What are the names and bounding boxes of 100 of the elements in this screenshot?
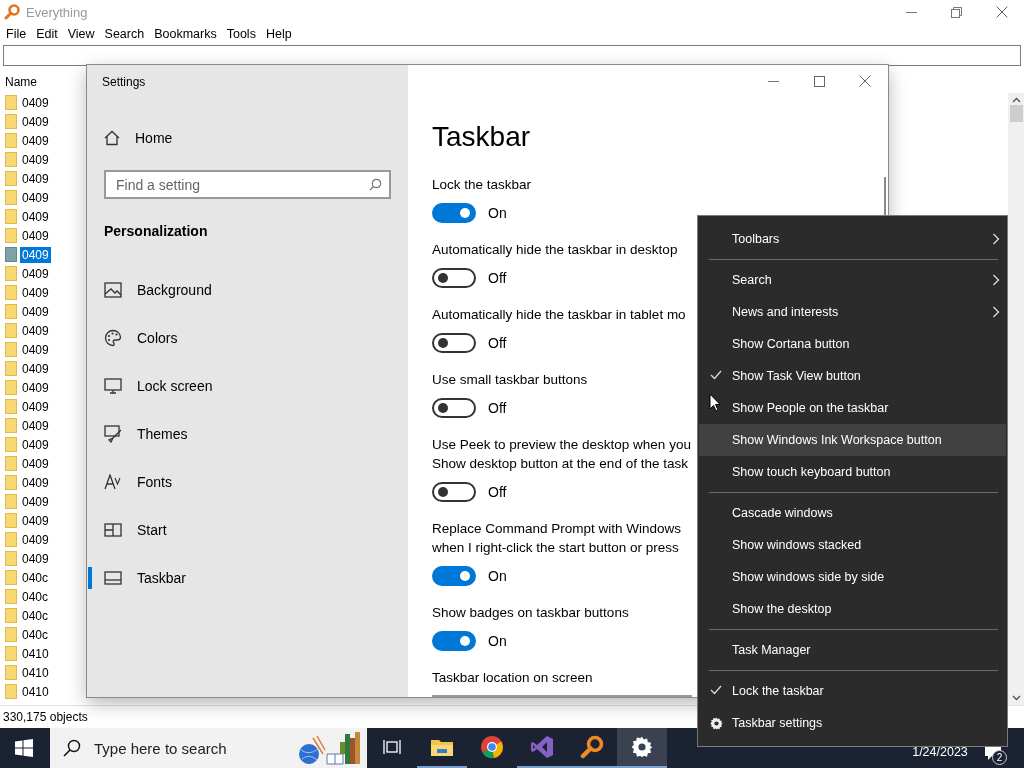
folder-icon [5,513,17,528]
toggle-switch[interactable] [432,482,476,502]
gear-icon [631,736,653,758]
toggle-switch[interactable] [432,333,476,353]
folder-icon [5,209,17,224]
menu-item[interactable]: Show the desktop [699,593,1006,625]
menu-item[interactable]: View [62,27,100,41]
taskbar-button[interactable] [617,728,667,768]
menu-item[interactable]: Search [99,27,150,41]
file-name[interactable]: 0409 [20,398,51,415]
menu-item[interactable]: Toolbars [699,223,1006,255]
folder-icon [5,684,17,699]
font-icon [104,474,122,490]
menu-item[interactable]: Search [699,264,1006,296]
folder-icon [5,418,17,433]
mouse-pointer-icon [709,393,721,412]
file-name[interactable]: 0410 [20,664,51,681]
menu-item[interactable]: Task Manager [699,634,1006,666]
folder-icon [5,665,17,680]
scrollbar-thumb[interactable] [1009,105,1023,122]
file-name[interactable]: 0409 [20,246,51,263]
toggle-state: On [488,633,507,649]
menu-item[interactable]: Taskbar settings [699,707,1006,739]
menu-item[interactable]: Tools [221,27,261,41]
clock-date[interactable]: 1/24/2023 [912,745,968,759]
folder-icon [430,737,454,757]
toggle-switch[interactable] [432,203,476,223]
toggle-switch[interactable] [432,631,476,651]
menu-item[interactable]: Show Windows Ink Workspace button [699,424,1006,456]
file-name[interactable]: 0409 [20,436,51,453]
file-name[interactable]: 0409 [20,303,51,320]
file-name[interactable]: 0409 [20,132,51,149]
chevron-down-icon[interactable] [1011,695,1021,701]
file-name[interactable]: 0409 [20,417,51,434]
file-name[interactable]: 040c [20,588,51,605]
menu-item[interactable]: Show Task View button [699,360,1006,392]
file-name[interactable]: 0409 [20,170,51,187]
setting-label: Show badges on taskbar buttons [432,603,629,622]
menu-item[interactable]: Lock the taskbar [699,675,1006,707]
nav-item[interactable]: Colors [87,314,408,362]
column-header[interactable]: Name [5,74,37,89]
file-name[interactable]: 0409 [20,322,51,339]
menu-item[interactable]: Show People on the taskbar [699,392,1006,424]
file-name[interactable]: 0409 [20,94,51,111]
home-link[interactable]: Home [87,124,408,152]
toggle-switch[interactable] [432,566,476,586]
menu-item[interactable]: Show touch keyboard button [699,456,1006,488]
menu-item[interactable]: News and interests [699,296,1006,328]
file-name[interactable]: 0409 [20,512,51,529]
file-name[interactable]: 0409 [20,455,51,472]
folder-icon [5,228,17,243]
file-name[interactable]: 0409 [20,265,51,282]
search-field[interactable]: Find a setting [104,170,391,199]
folder-icon [5,247,17,262]
menu-item[interactable]: Show Cortana button [699,328,1006,360]
file-name[interactable]: 040c [20,569,51,586]
menu-item[interactable]: Edit [31,27,63,41]
nav-item[interactable]: Background [87,266,408,314]
folder-icon [5,133,17,148]
menu-item[interactable]: Show windows stacked [699,529,1006,561]
file-name[interactable]: 0410 [20,683,51,700]
nav-item[interactable]: Lock screen [87,362,408,410]
toggle-switch[interactable] [432,268,476,288]
menu-item[interactable]: Show windows side by side [699,561,1006,593]
folder-icon [5,285,17,300]
file-name[interactable]: 0409 [20,474,51,491]
file-name[interactable]: 0409 [20,284,51,301]
file-name[interactable]: 040c [20,607,51,624]
file-name[interactable]: 0409 [20,341,51,358]
file-name[interactable]: 0409 [20,360,51,377]
search-field[interactable]: Type here to search [50,728,367,768]
toggle-switch[interactable] [432,398,476,418]
menu-item[interactable]: Cascade windows [699,497,1006,529]
menu-item[interactable]: Bookmarks [149,27,222,41]
folder-icon [5,266,17,281]
file-name[interactable]: 0409 [20,189,51,206]
gear-icon [710,717,723,730]
chevron-up-icon[interactable] [1011,97,1021,103]
file-name[interactable]: 0409 [20,550,51,567]
notification-count: 2 [992,750,1007,765]
file-name[interactable]: 0409 [20,151,51,168]
file-name[interactable]: 0409 [20,208,51,225]
file-name[interactable]: 0409 [20,493,51,510]
monitor-icon [104,378,122,394]
nav-item[interactable]: Themes [87,410,408,458]
scrollbar-thumb[interactable] [884,177,886,215]
nav-item[interactable]: Fonts [87,458,408,506]
file-name[interactable]: 0409 [20,379,51,396]
folder-icon [5,323,17,338]
file-name[interactable]: 0409 [20,113,51,130]
nav-item[interactable]: Start [87,506,408,554]
file-name[interactable]: 040c [20,626,51,643]
file-name[interactable]: 0410 [20,645,51,662]
toggle-state: Off [488,400,507,416]
folder-icon [5,456,17,471]
menu-item[interactable]: File [1,27,32,41]
file-name[interactable]: 0409 [20,227,51,244]
menu-item[interactable]: Help [260,27,297,41]
file-name[interactable]: 0409 [20,531,51,548]
scrollbar[interactable] [1008,93,1024,705]
